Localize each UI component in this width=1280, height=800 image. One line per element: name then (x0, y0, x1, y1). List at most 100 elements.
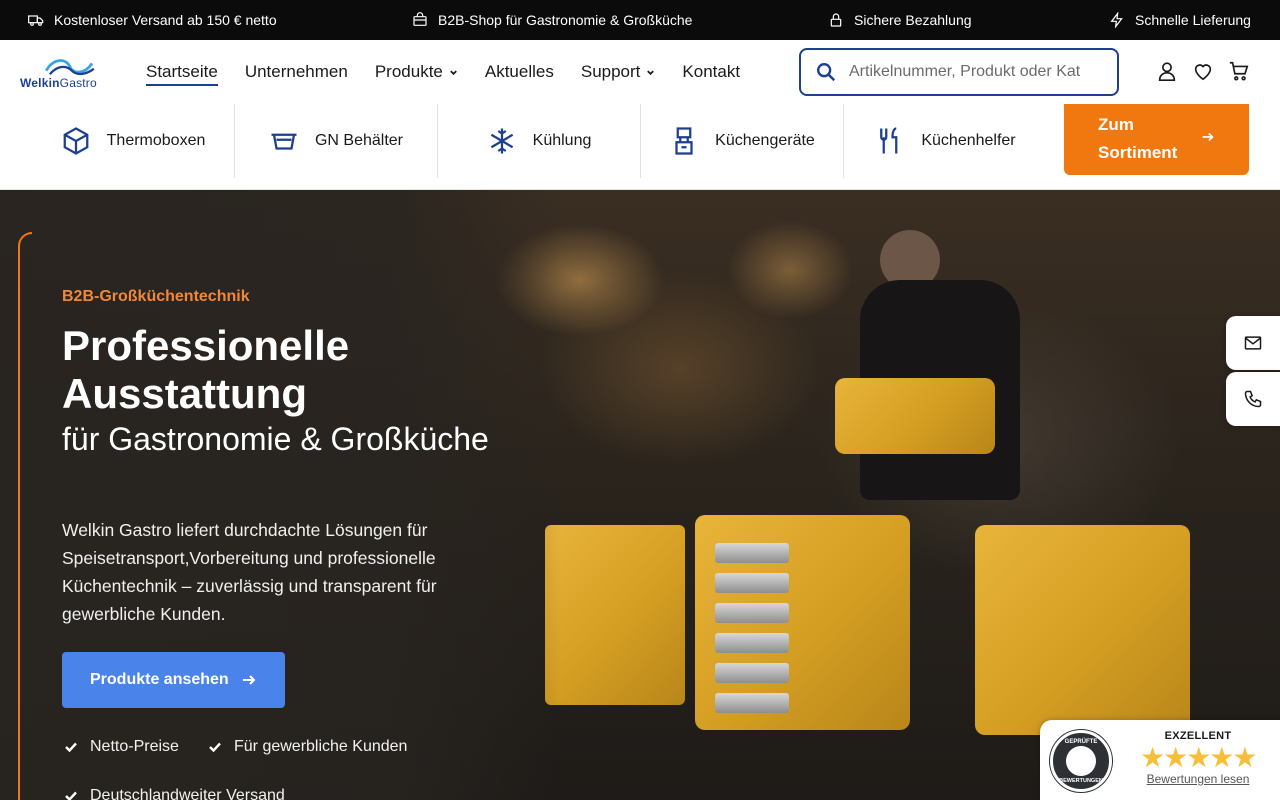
hero-subtitle: für Gastronomie & Großküche (62, 421, 489, 457)
seal-top-text: GEPRÜFTE (1064, 739, 1098, 745)
search-input[interactable] (849, 63, 1099, 81)
topbar-item-payment: Sichere Bezahlung (828, 0, 972, 40)
hero-description: Welkin Gastro liefert durchdachte Lösung… (62, 520, 437, 624)
utensils-icon (880, 127, 898, 154)
wishlist-button[interactable] (1192, 60, 1216, 84)
category-label: GN Behälter (314, 132, 404, 149)
topbar-item-b2b: B2B-Shop für Gastronomie & Großküche (412, 0, 692, 40)
nav-startseite-label: Startseite (146, 62, 218, 81)
crate-door-shape (545, 525, 685, 705)
gn-container-icon (271, 133, 297, 150)
logo-word-welkin: Welkin (20, 76, 60, 90)
nav-kontakt[interactable]: Kontakt (682, 40, 740, 104)
nav-produkte-label: Produkte (374, 62, 443, 81)
tray-shape (715, 603, 789, 623)
arrow-right-icon (1202, 132, 1214, 142)
category-label: Küchengeräte (715, 132, 815, 149)
nav-unternehmen-label: Unternehmen (244, 62, 348, 81)
main-header: WelkinGastro Startseite Unternehmen Prod… (0, 40, 1280, 104)
nav-startseite[interactable]: Startseite (146, 40, 218, 104)
nav-produkte[interactable]: Produkte (375, 40, 458, 104)
topbar-item-shipping: Kostenloser Versand ab 150 € netto (28, 0, 277, 40)
category-label: Kühlung (532, 132, 592, 149)
cart-icon (1229, 61, 1249, 81)
zum-sortiment-button[interactable]: Zum Sortiment (1064, 104, 1249, 175)
carried-crate-shape (835, 378, 995, 454)
accent-line (18, 232, 32, 800)
seal-bottom-text: BEWERTUNGEN (1059, 778, 1103, 784)
main-nav: Startseite Unternehmen Produkte Aktuelle… (146, 40, 767, 104)
tray-shape (715, 543, 789, 563)
nav-support[interactable]: Support (581, 40, 656, 104)
check-icon (65, 791, 77, 800)
search-box (799, 48, 1119, 96)
category-gn-behaelter[interactable]: GN Behälter (235, 104, 438, 178)
phone-icon (1244, 390, 1262, 408)
hero-section: B2B-Großküchentechnik Professionelle Aus… (0, 190, 1280, 800)
truck-icon (28, 15, 44, 26)
hero-title: Professionelle Ausstattung (62, 322, 350, 417)
hero-overlay (0, 190, 560, 800)
mail-contact-button[interactable] (1226, 316, 1280, 370)
logo-wave-icon (44, 59, 95, 76)
tray-shape (715, 663, 789, 683)
closed-crate-shape (975, 525, 1190, 735)
feature-netto-preise: Netto-Preise (64, 738, 179, 756)
logo-text: WelkinGastro (20, 76, 97, 90)
topbar-shipping-text: Kostenloser Versand ab 150 € netto (54, 12, 277, 28)
logo-word-gastro: Gastro (59, 76, 97, 90)
top-announcement-bar: Kostenloser Versand ab 150 € netto B2B-S… (0, 0, 1280, 40)
check-icon (65, 742, 77, 753)
phone-contact-button[interactable] (1226, 372, 1280, 426)
feature-label: Für gewerbliche Kunden (234, 738, 408, 755)
rating-label: EXZELLENT (1164, 730, 1232, 742)
cart-button[interactable] (1228, 60, 1252, 84)
star-rating: ★★★★★ (1140, 742, 1258, 773)
heart-icon (1194, 64, 1212, 81)
tray-shape (715, 633, 789, 653)
category-kuechenhelfer[interactable]: Küchenhelfer (844, 104, 1047, 178)
category-kuehlung[interactable]: Kühlung (438, 104, 641, 178)
nav-support-label: Support (580, 62, 641, 81)
box-icon (63, 127, 89, 155)
arrow-right-icon (242, 675, 256, 685)
logo[interactable]: WelkinGastro (18, 56, 108, 90)
topbar-item-delivery: Schnelle Lieferung (1109, 0, 1251, 40)
feature-versand: Deutschlandweiter Versand (64, 787, 285, 800)
tray-shape (715, 573, 789, 593)
tray-shape (715, 693, 789, 713)
topbar-delivery-text: Schnelle Lieferung (1135, 12, 1251, 28)
shop-icon (413, 12, 427, 26)
lock-icon (830, 13, 842, 27)
category-label: Küchenhelfer (921, 132, 1016, 149)
bewertungen-lesen-link[interactable]: Bewertungen lesen (1108, 772, 1280, 786)
cta-label: Produkte ansehen (90, 671, 229, 688)
check-icon (209, 742, 221, 753)
nav-unternehmen[interactable]: Unternehmen (245, 40, 348, 104)
zum-sortiment-line2: Sortiment (1098, 143, 1178, 162)
feature-label: Netto-Preise (90, 738, 179, 755)
bolt-icon (1110, 12, 1123, 28)
topbar-payment-text: Sichere Bezahlung (854, 12, 972, 28)
snowflake-icon (490, 128, 513, 154)
search-icon[interactable] (815, 61, 837, 83)
nav-aktuelles[interactable]: Aktuelles (485, 40, 554, 104)
hero-eyebrow: B2B-Großküchentechnik (62, 288, 250, 305)
account-button[interactable] (1156, 60, 1180, 84)
topbar-b2b-text: B2B-Shop für Gastronomie & Großküche (438, 12, 693, 28)
seal-inner (1066, 746, 1096, 776)
produkte-ansehen-button[interactable]: Produkte ansehen (62, 652, 285, 708)
user-icon (1158, 62, 1176, 81)
seal-icon: GEPRÜFTE BEWERTUNGEN (1050, 730, 1112, 792)
zum-sortiment-line1: Zum (1098, 115, 1134, 134)
feature-gewerbliche-kunden: Für gewerbliche Kunden (208, 738, 407, 756)
appliance-icon (675, 127, 693, 155)
category-kuechengeraete[interactable]: Küchengeräte (641, 104, 844, 178)
chevron-down-icon (450, 70, 457, 75)
category-bar: Thermoboxen GN Behälter Kühlung Küchenge… (0, 104, 1280, 190)
feature-label: Deutschlandweiter Versand (90, 787, 285, 800)
nav-aktuelles-label: Aktuelles (484, 62, 554, 81)
category-label: Thermoboxen (106, 132, 206, 149)
open-crate-shape (695, 515, 910, 730)
category-thermoboxen[interactable]: Thermoboxen (32, 104, 235, 178)
